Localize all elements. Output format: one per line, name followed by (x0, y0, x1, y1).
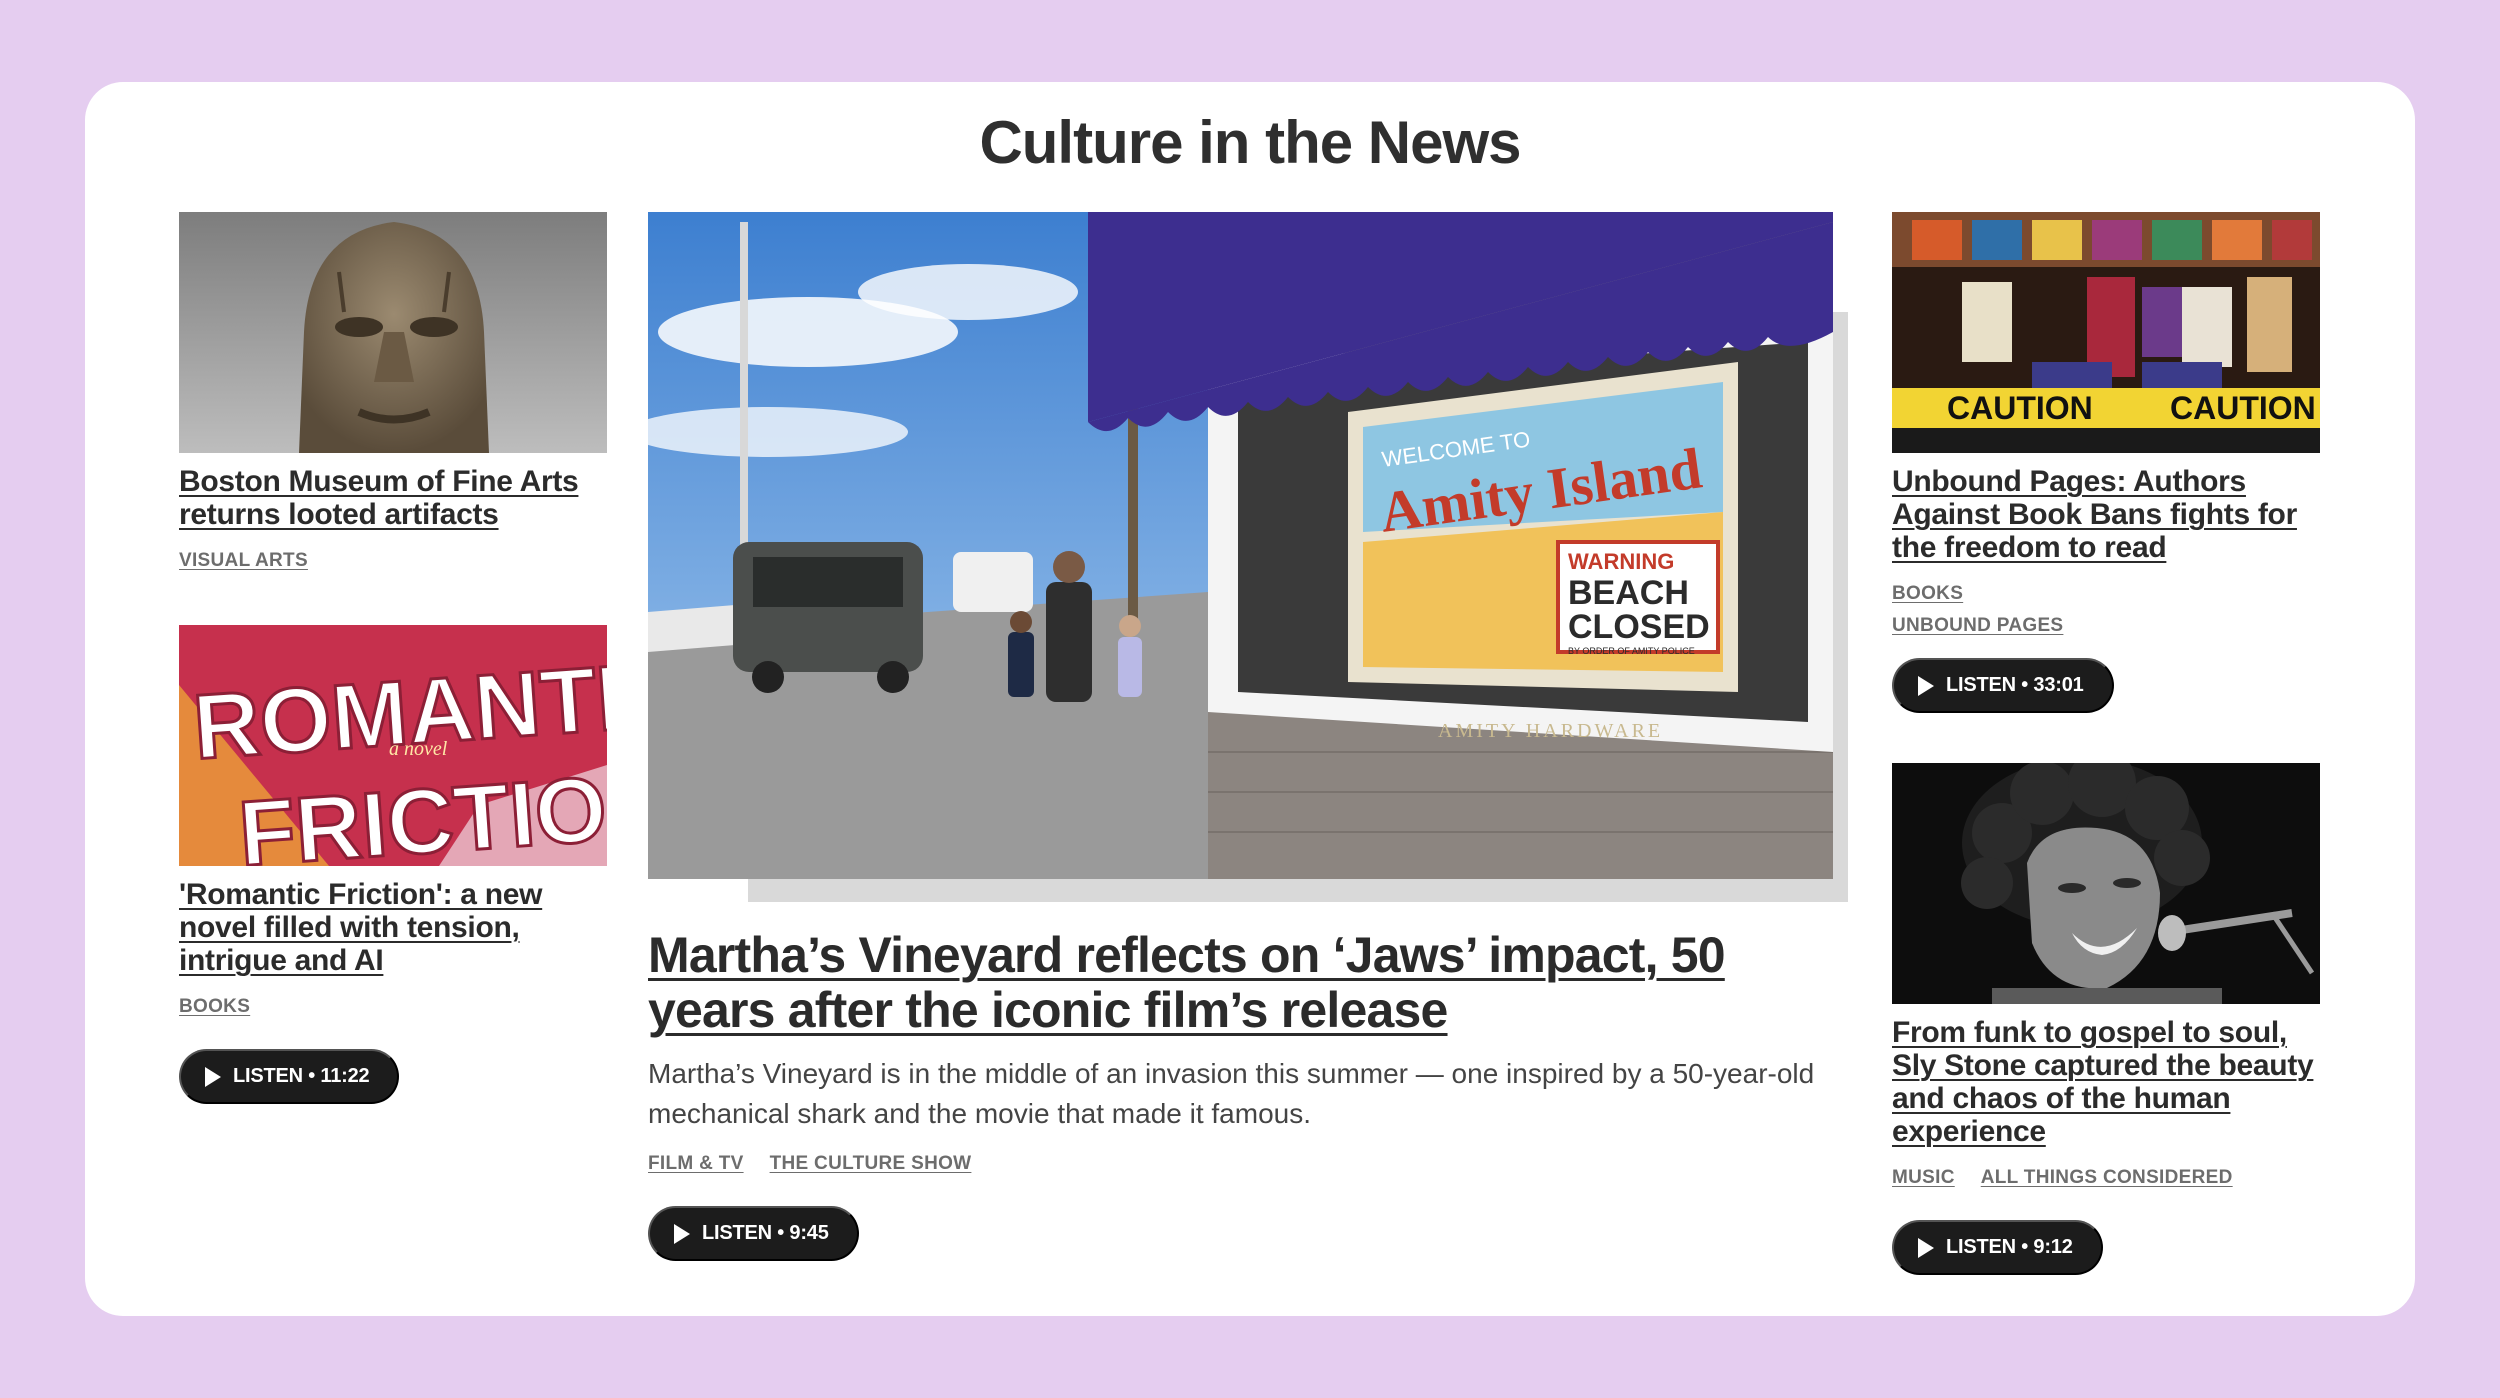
sign-warning: WARNING (1568, 549, 1674, 574)
listen-label: LISTEN • 9:45 (702, 1222, 829, 1244)
story-mfa-artifacts: Boston Museum of Fine Arts returns loote… (179, 212, 607, 575)
listen-label: LISTEN • 9:12 (1946, 1236, 2073, 1258)
story-sly-stone: From funk to gospel to soul, Sly Stone c… (1892, 763, 2320, 1275)
tag-film-tv[interactable]: FILM & TV (648, 1150, 744, 1178)
sign-order: BY ORDER OF AMITY POLICE (1568, 646, 1695, 656)
banned-books-thumbnail[interactable]: CAUTION CAUTION (1892, 212, 2320, 453)
tag-the-culture-show[interactable]: THE CULTURE SHOW (770, 1150, 972, 1178)
story-headline[interactable]: Unbound Pages: Authors Against Book Bans… (1892, 465, 2320, 564)
store-name: AMITY HARDWARE (1438, 720, 1663, 742)
story-romantic-friction: ROMANTIC a novel FRICTION 'Romantic Fric… (179, 625, 607, 1104)
book-cover-thumbnail[interactable]: ROMANTIC a novel FRICTION (179, 625, 607, 866)
amity-island-storefront-image[interactable]: WELCOME TO Amity Island WARNING BEACH CL… (648, 212, 1833, 879)
story-tags: BOOKS (179, 993, 607, 1021)
sign-beach: BEACH (1568, 574, 1689, 612)
play-icon (1918, 1237, 1934, 1258)
feature-image-wrap: WELCOME TO Amity Island WARNING BEACH CL… (648, 212, 1848, 902)
tag-all-things-considered[interactable]: ALL THINGS CONSIDERED (1981, 1164, 2233, 1192)
listen-button[interactable]: LISTEN • 9:45 (648, 1206, 859, 1261)
listen-button[interactable]: LISTEN • 33:01 (1892, 658, 2114, 713)
caution-tape-text-2: CAUTION (2170, 390, 2316, 426)
section-title: Culture in the News (979, 109, 1521, 176)
listen-label: LISTEN • 11:22 (233, 1065, 370, 1087)
listen-button[interactable]: LISTEN • 11:22 (179, 1049, 400, 1104)
sly-stone-photo-thumbnail[interactable] (1892, 763, 2320, 1004)
play-icon (674, 1223, 690, 1244)
tag-music[interactable]: MUSIC (1892, 1164, 1955, 1192)
left-column: Boston Museum of Fine Arts returns loote… (179, 212, 607, 1104)
tag-visual-arts[interactable]: VISUAL ARTS (179, 547, 308, 575)
feature-headline[interactable]: Martha’s Vineyard reflects on ‘Jaws’ imp… (648, 928, 1848, 1038)
feature-description: Martha’s Vineyard is in the middle of an… (648, 1058, 1815, 1129)
tag-books[interactable]: BOOKS (179, 993, 250, 1021)
play-icon (205, 1066, 221, 1087)
story-tags: MUSIC ALL THINGS CONSIDERED (1892, 1164, 2320, 1192)
play-icon (1918, 675, 1934, 696)
sign-closed: CLOSED (1568, 608, 1710, 646)
listen-button[interactable]: LISTEN • 9:12 (1892, 1220, 2103, 1275)
story-tags: VISUAL ARTS (179, 547, 607, 575)
tag-books[interactable]: BOOKS (1892, 580, 2320, 608)
story-tags: BOOKS UNBOUND PAGES (1892, 580, 2320, 640)
feature-column: WELCOME TO Amity Island WARNING BEACH CL… (648, 212, 1848, 1261)
right-column: CAUTION CAUTION Unbound Pages: Authors A… (1892, 212, 2320, 1275)
caution-tape-text-1: CAUTION (1947, 390, 2093, 426)
feature-tags: FILM & TV THE CULTURE SHOW (648, 1150, 1848, 1178)
bronze-head-thumbnail[interactable] (179, 212, 607, 453)
story-headline[interactable]: From funk to gospel to soul, Sly Stone c… (1892, 1016, 2320, 1148)
listen-label: LISTEN • 33:01 (1946, 674, 2084, 696)
story-headline[interactable]: 'Romantic Friction': a new novel filled … (179, 878, 607, 977)
tag-unbound-pages[interactable]: UNBOUND PAGES (1892, 612, 2320, 640)
story-headline[interactable]: Boston Museum of Fine Arts returns loote… (179, 465, 607, 531)
cover-subtitle: a novel (389, 738, 448, 760)
story-unbound-pages: CAUTION CAUTION Unbound Pages: Authors A… (1892, 212, 2320, 713)
